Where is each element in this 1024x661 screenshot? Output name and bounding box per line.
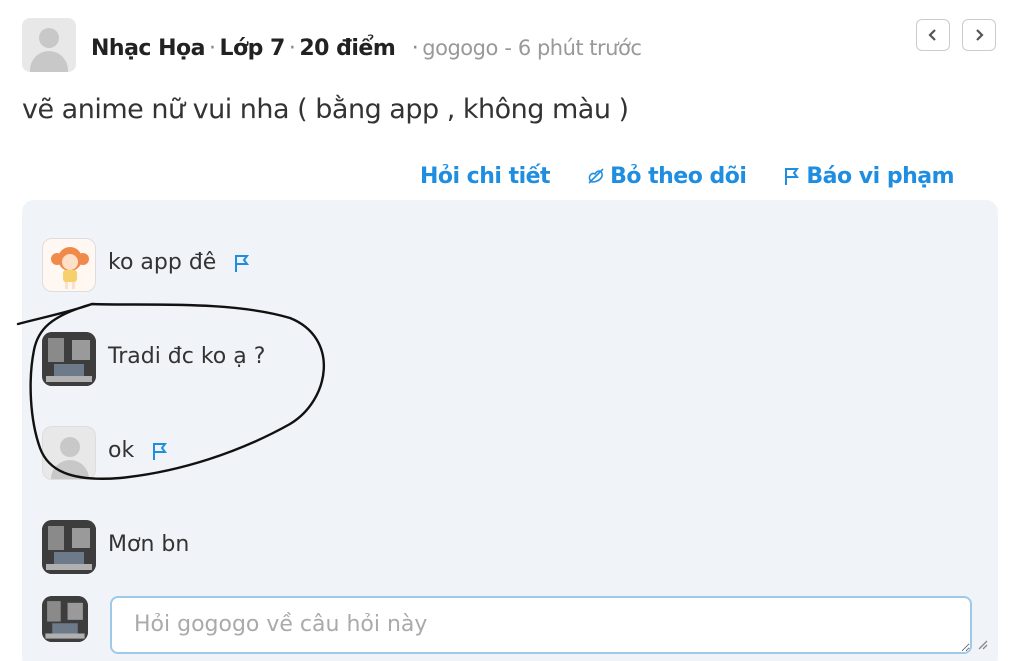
grade-label[interactable]: Lớp 7 [220,36,286,61]
question-meta: Nhạc Họa · Lớp 7 · 20 điểm · gogogo - 6 phút … [91,36,642,61]
anime-avatar-icon [51,247,89,289]
author-name[interactable]: Nhạc Họa [91,36,206,61]
commenter-avatar[interactable] [42,520,96,574]
ask-detail-label: Hỏi chi tiết [419,163,551,189]
question-actions: Hỏi chi tiết Bỏ theo dõi Báo vi phạm [419,160,955,192]
question-text: vẽ anime nữ vui nha ( bằng app , không m… [22,94,629,125]
question-header: Nhạc Họa · Lớp 7 · 20 điểm · gogogo - 6 phút … [22,18,1002,74]
chevron-right-icon [976,29,984,41]
flag-icon [785,168,800,185]
previous-button[interactable] [916,19,950,51]
comment-text: ok [108,438,135,463]
commenter-avatar[interactable] [42,426,96,480]
commenter-avatar[interactable] [42,238,96,292]
flag-icon [235,254,250,272]
ask-detail-button[interactable]: Hỏi chi tiết [419,163,551,189]
time-label: 6 phút trước [517,36,642,60]
photo-avatar-icon [42,520,96,574]
photo-avatar-icon [42,596,88,642]
comment-text: ko app đê [108,250,217,275]
comment-text: Mơn bn [108,532,190,557]
flag-icon [153,442,168,460]
chevron-left-icon [928,29,936,41]
commenter-avatar[interactable] [42,332,96,386]
report-label: Báo vi phạm [806,163,954,189]
comment-item: Tradi đc ko ạ ? [42,332,942,388]
current-user-avatar [42,596,88,642]
comment-text: Tradi đc ko ạ ? [108,344,266,369]
author-avatar[interactable] [22,18,76,72]
reply-input[interactable] [110,596,972,654]
comment-item: ko app đê [42,238,942,294]
comments-panel: ko app đê Tradi đc ko ạ ? ok Mơn bn Hỏi … [22,200,998,661]
photo-avatar-icon [42,332,96,386]
points-label: 20 điểm [299,36,396,61]
reply-box [42,594,992,654]
report-flag-button[interactable] [232,253,252,273]
report-flag-button[interactable] [150,441,170,461]
unfollow-button[interactable]: Bỏ theo dõi [586,163,747,189]
unfollow-label: Bỏ theo dõi [610,163,747,189]
next-button[interactable] [962,19,996,51]
comment-item: ok [42,426,942,482]
resize-handle-icon[interactable] [976,638,988,650]
comment-item: Mơn bn [42,520,942,576]
username-label: gogogo [422,36,498,60]
report-button[interactable]: Báo vi phạm [782,164,954,189]
meta-separator: - [504,36,512,60]
unfollow-icon [588,168,604,184]
